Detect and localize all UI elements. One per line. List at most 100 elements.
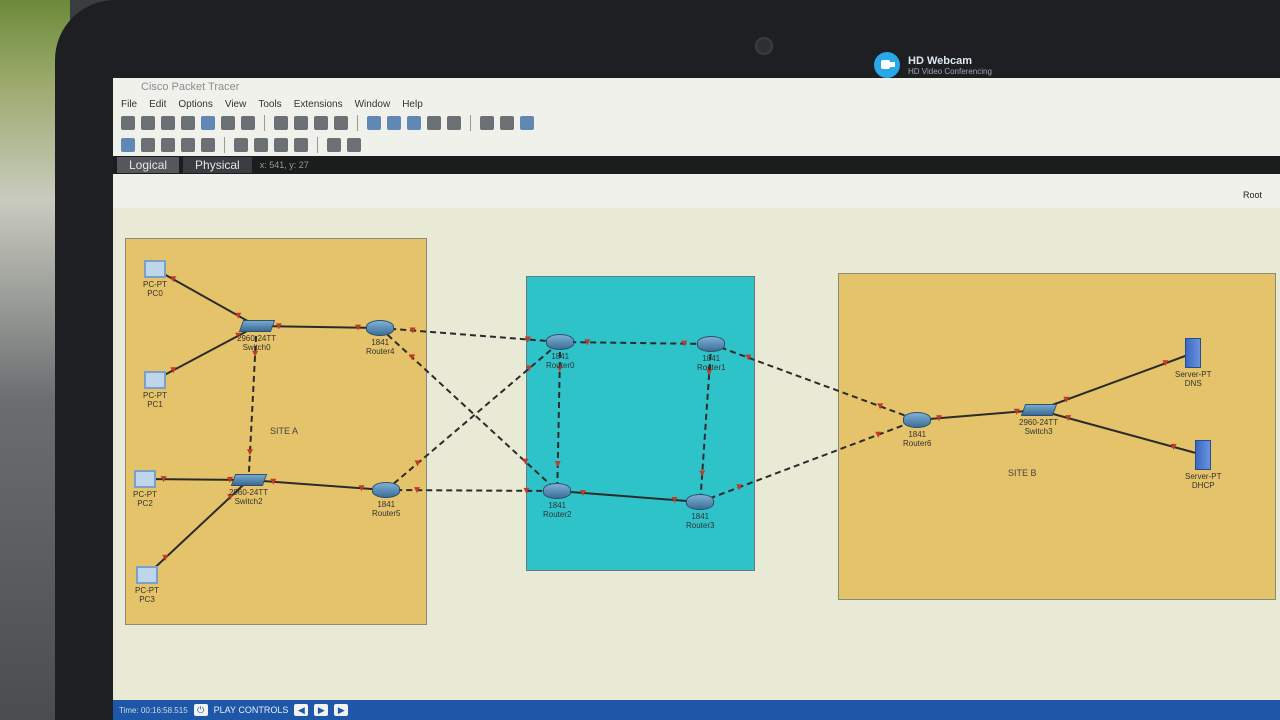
switch2[interactable]: 2960-24TT Switch2 — [229, 474, 268, 506]
zoom-reset-icon[interactable] — [387, 116, 401, 130]
switch-icon — [230, 474, 267, 486]
device-name: Router4 — [366, 347, 395, 356]
link-router4-router2[interactable] — [379, 327, 558, 492]
device-name: Router2 — [543, 510, 572, 519]
play-icon[interactable]: ▶ — [314, 704, 329, 716]
pdu-list-icon[interactable] — [500, 116, 514, 130]
menu-help[interactable]: Help — [402, 99, 423, 110]
open-folder-icon[interactable] — [141, 116, 155, 130]
server-dhcp[interactable]: Server-PT DHCP — [1185, 440, 1221, 490]
select-icon[interactable] — [121, 138, 135, 152]
complex-pdu-icon[interactable] — [347, 138, 361, 152]
menu-extensions[interactable]: Extensions — [294, 99, 343, 110]
power-cycle-icon[interactable]: ⏻ — [193, 704, 208, 716]
pc3[interactable]: PC-PT PC3 — [135, 566, 159, 604]
device-model: 1841 — [702, 354, 721, 363]
simple-pdu-icon[interactable] — [327, 138, 341, 152]
router0[interactable]: 1841 Router0 — [546, 334, 574, 370]
resize-shape-icon[interactable] — [181, 138, 195, 152]
menu-window[interactable]: Window — [355, 99, 391, 110]
custom-device-icon[interactable] — [241, 116, 255, 130]
device-name: DHCP — [1191, 481, 1215, 490]
device-model: 1841 — [691, 512, 710, 521]
link-router4-router0[interactable] — [380, 327, 561, 343]
link-router1-router6[interactable] — [710, 343, 918, 421]
link-switch3-dns[interactable] — [1038, 352, 1194, 411]
zoom-in-icon[interactable] — [367, 116, 381, 130]
viewport-icon[interactable] — [480, 116, 494, 130]
device-model: 2960-24TT — [1019, 418, 1059, 427]
router5[interactable]: 1841 Router5 — [372, 482, 400, 518]
switch3[interactable]: 2960-24TT Switch3 — [1019, 404, 1058, 436]
router-icon — [366, 320, 395, 336]
drawing-palette-icon[interactable] — [427, 116, 441, 130]
router3[interactable]: 1841 Router3 — [686, 494, 714, 530]
place-note-icon[interactable] — [201, 138, 215, 152]
root-label[interactable]: Root — [1243, 190, 1280, 204]
step-back-icon[interactable]: ◀ — [294, 704, 309, 716]
inspect-icon[interactable] — [141, 138, 155, 152]
redo-icon[interactable] — [334, 116, 348, 130]
switch0[interactable]: 2960-24TT Switch0 — [237, 320, 276, 352]
toolbar-divider — [470, 115, 471, 131]
draw-rectangle-icon[interactable] — [254, 138, 268, 152]
copy-icon[interactable] — [274, 116, 288, 130]
router2[interactable]: 1841 Router2 — [543, 483, 571, 519]
activity-wizard-icon[interactable] — [201, 116, 215, 130]
menu-file[interactable]: File — [121, 99, 137, 110]
title-bar: Cisco Packet Tracer — [113, 78, 1280, 96]
router-icon — [372, 482, 401, 498]
link-pc0-switch0[interactable] — [154, 268, 258, 327]
save-icon[interactable] — [161, 116, 175, 130]
router6[interactable]: 1841 Router6 — [903, 412, 931, 448]
link-switch3-dhcp[interactable] — [1038, 409, 1204, 456]
undo-icon[interactable] — [314, 116, 328, 130]
menu-options[interactable]: Options — [178, 99, 212, 110]
main-toolbar — [113, 112, 1280, 134]
pc-icon — [136, 566, 158, 584]
link-switch2-router5[interactable] — [248, 479, 387, 491]
toolbar-divider — [357, 115, 358, 131]
tab-logical[interactable]: Logical — [117, 157, 180, 173]
logical-workspace[interactable]: SITE A SITE B PC-PT PC0 PC-PT PC1 PC-PT … — [113, 208, 1280, 708]
device-model: PC-PT — [135, 586, 159, 595]
link-router0-router1[interactable] — [560, 341, 712, 345]
print-icon[interactable] — [181, 116, 195, 130]
network-info-icon[interactable] — [221, 116, 235, 130]
tab-physical[interactable]: Physical — [183, 157, 252, 173]
zoom-out-icon[interactable] — [407, 116, 421, 130]
menu-edit[interactable]: Edit — [149, 99, 166, 110]
draw-ellipse-icon[interactable] — [274, 138, 288, 152]
device-model: 1841 — [548, 501, 567, 510]
paste-icon[interactable] — [294, 116, 308, 130]
link-router3-router6[interactable] — [699, 419, 918, 503]
switch-icon — [1020, 404, 1057, 416]
device-name: DNS — [1184, 379, 1202, 388]
server-dns[interactable]: Server-PT DNS — [1175, 338, 1211, 388]
webcam-badge: HD Webcam HD Video Conferencing — [874, 50, 992, 80]
link-router5-router2[interactable] — [386, 489, 558, 492]
pc2[interactable]: PC-PT PC2 — [133, 470, 157, 508]
menu-view[interactable]: View — [225, 99, 247, 110]
pc-icon — [144, 371, 166, 389]
device-name: Switch2 — [234, 497, 263, 506]
freeform-icon[interactable] — [294, 138, 308, 152]
pc1[interactable]: PC-PT PC1 — [143, 371, 167, 409]
device-name: Router1 — [697, 363, 726, 372]
device-model: 2960-24TT — [237, 334, 277, 343]
network-links — [144, 268, 1204, 576]
custom-devices-dialog-icon[interactable] — [447, 116, 461, 130]
router4[interactable]: 1841 Router4 — [366, 320, 394, 356]
link-status-marker — [247, 449, 254, 456]
new-file-icon[interactable] — [121, 116, 135, 130]
device-model: Server-PT — [1175, 370, 1212, 379]
step-forward-icon[interactable]: ▶ — [334, 704, 349, 716]
link-router2-router3[interactable] — [557, 490, 701, 503]
router1[interactable]: 1841 Router1 — [697, 336, 725, 372]
draw-line-icon[interactable] — [234, 138, 248, 152]
delete-icon[interactable] — [161, 138, 175, 152]
menu-tools[interactable]: Tools — [258, 99, 281, 110]
pc0[interactable]: PC-PT PC0 — [143, 260, 167, 298]
link-router5-router0[interactable] — [385, 341, 561, 491]
image-icon[interactable] — [520, 116, 534, 130]
